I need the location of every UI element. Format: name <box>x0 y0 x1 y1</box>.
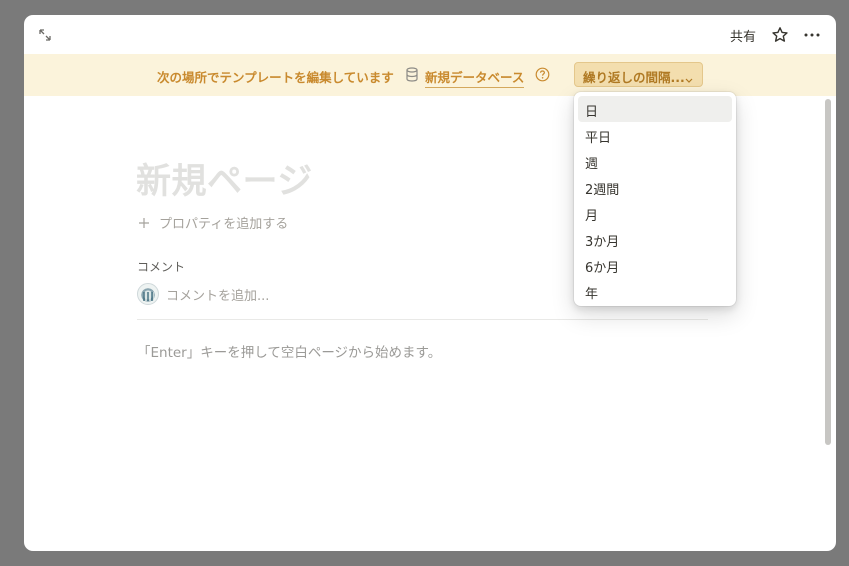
menu-item-weekdays[interactable]: 平日 <box>578 122 732 148</box>
help-icon[interactable] <box>535 67 550 82</box>
menu-item-daily[interactable]: 日 <box>578 96 732 122</box>
banner-message: 次の場所でテンプレートを編集しています <box>157 70 394 85</box>
chevron-down-icon <box>685 72 693 83</box>
comments-heading: コメント <box>137 260 186 274</box>
modal-topbar: 共有 <box>24 15 836 54</box>
divider <box>137 319 708 320</box>
menu-item-quarterly[interactable]: 3か月 <box>578 226 732 252</box>
more-options-icon[interactable] <box>803 26 821 44</box>
share-button[interactable]: 共有 <box>730 26 756 45</box>
comment-placeholder: コメントを追加... <box>166 288 270 304</box>
comment-input[interactable]: コメントを追加... <box>137 283 269 305</box>
expand-icon[interactable] <box>38 27 52 41</box>
scrollbar[interactable] <box>825 99 831 445</box>
favorite-star-icon[interactable] <box>771 26 789 44</box>
repeat-interval-menu: 日 平日 週 2週間 月 3か月 6か月 年 <box>574 92 736 306</box>
menu-item-semiannual[interactable]: 6か月 <box>578 252 732 278</box>
repeat-interval-button[interactable]: 繰り返しの間隔... <box>574 62 703 87</box>
template-edit-banner: 次の場所でテンプレートを編集しています 新規データベース 繰り返しの間隔... <box>24 54 836 96</box>
empty-page-hint: 「Enter」キーを押して空白ページから始めます。 <box>137 345 442 361</box>
menu-item-biweekly[interactable]: 2週間 <box>578 174 732 200</box>
database-link[interactable]: 新規データベース <box>425 67 525 88</box>
menu-item-weekly[interactable]: 週 <box>578 148 732 174</box>
repeat-interval-label: 繰り返しの間隔... <box>583 70 685 85</box>
avatar <box>137 283 159 305</box>
add-property-label: プロパティを追加する <box>159 217 289 232</box>
plus-icon <box>137 216 151 230</box>
page-title[interactable]: 新規ページ <box>136 153 313 204</box>
menu-item-yearly[interactable]: 年 <box>578 278 732 304</box>
add-property-button[interactable]: プロパティを追加する <box>137 213 288 232</box>
menu-item-monthly[interactable]: 月 <box>578 200 732 226</box>
database-icon <box>405 67 419 82</box>
